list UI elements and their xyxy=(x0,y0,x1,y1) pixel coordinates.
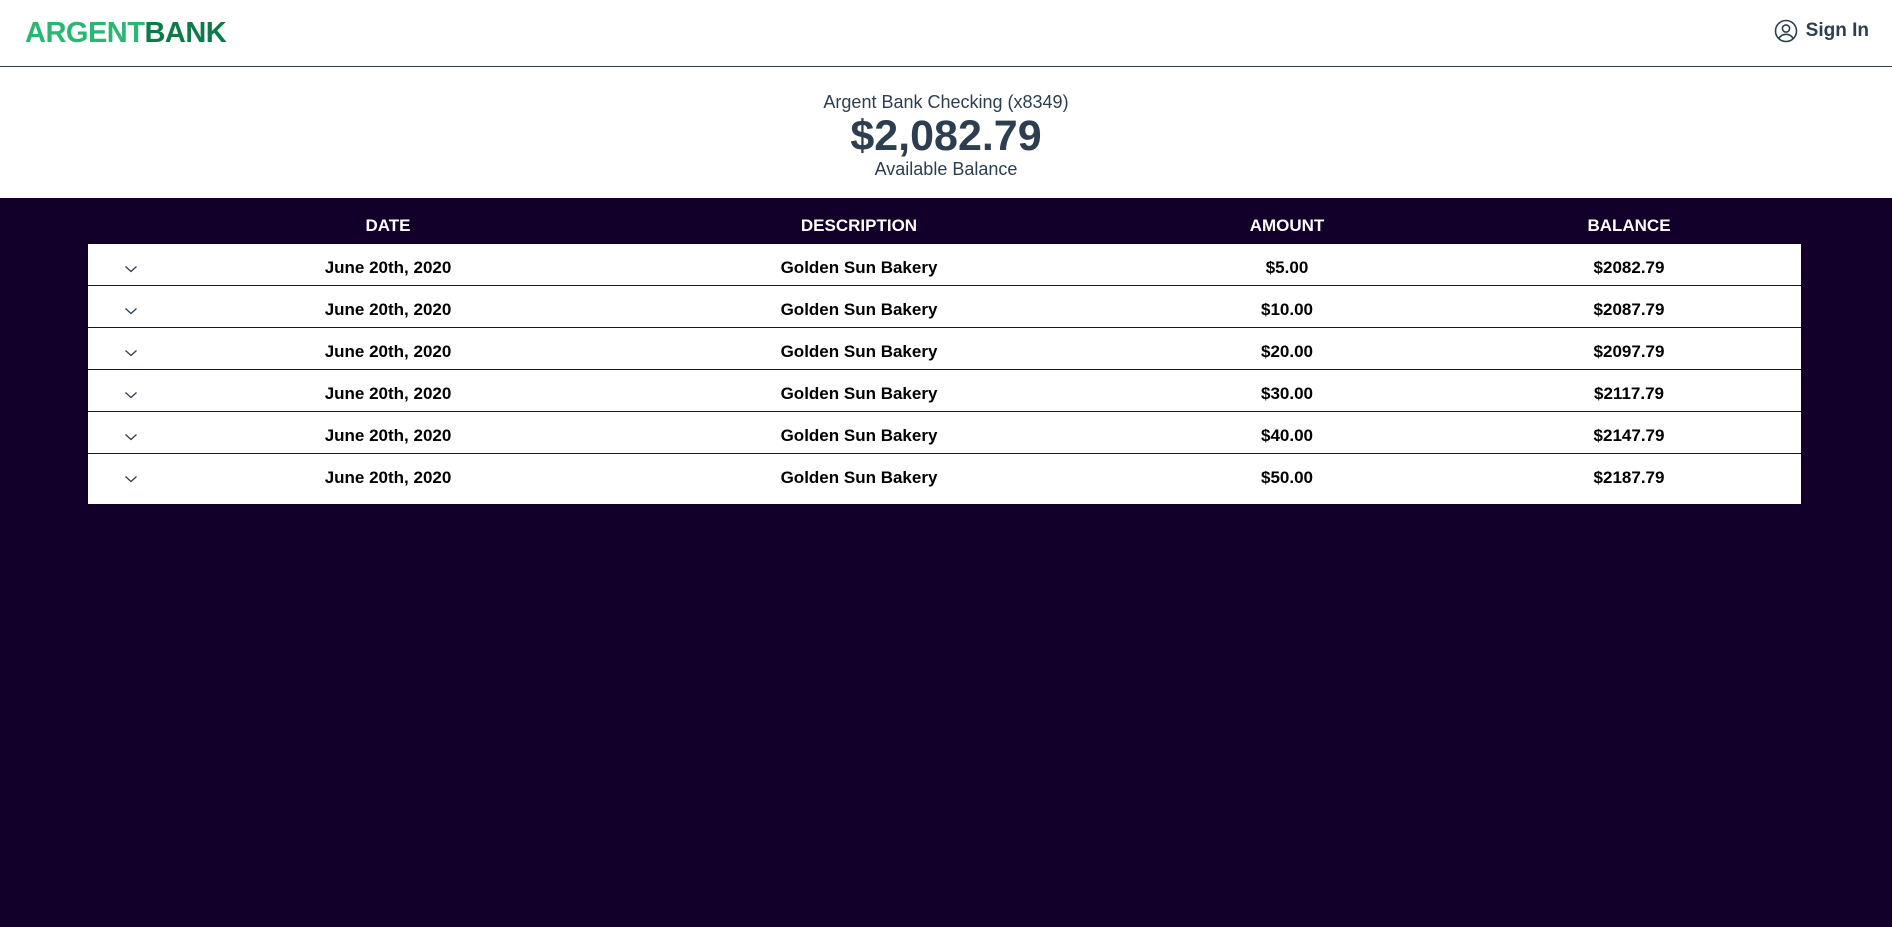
balance-label: Available Balance xyxy=(874,159,1018,179)
transaction-date: June 20th, 2020 xyxy=(324,342,452,361)
chevron-down-icon[interactable] xyxy=(124,301,138,315)
column-header-balance: BALANCE xyxy=(1587,216,1671,235)
transaction-date: June 20th, 2020 xyxy=(324,300,452,319)
transaction-balance: $2082.79 xyxy=(1593,258,1665,277)
transaction-balance: $2087.79 xyxy=(1593,300,1665,319)
column-header-date: DATE xyxy=(365,216,411,235)
transaction-date: June 20th, 2020 xyxy=(324,258,452,277)
transaction-date: June 20th, 2020 xyxy=(324,468,452,487)
transaction-balance: $2097.79 xyxy=(1593,342,1665,361)
transaction-amount: $5.00 xyxy=(1265,258,1309,277)
table-row[interactable]: June 20th, 2020 Golden Sun Bakery $50.00… xyxy=(88,454,1801,504)
table-row[interactable]: June 20th, 2020 Golden Sun Bakery $20.00… xyxy=(88,328,1801,370)
transaction-balance: $2117.79 xyxy=(1594,384,1664,403)
table-row[interactable]: June 20th, 2020 Golden Sun Bakery $30.00… xyxy=(88,370,1801,412)
transaction-date: June 20th, 2020 xyxy=(324,384,452,403)
sign-in-link[interactable]: Sign In xyxy=(1774,19,1869,43)
account-summary: Argent Bank Checking (x8349) $2,082.79 A… xyxy=(0,67,1892,198)
transaction-balance: $2187.79 xyxy=(1593,468,1665,487)
chevron-down-icon[interactable] xyxy=(124,469,138,483)
chevron-down-icon[interactable] xyxy=(124,343,138,357)
transaction-amount: $40.00 xyxy=(1261,426,1313,445)
user-circle-icon xyxy=(1774,19,1798,43)
transaction-description: Golden Sun Bakery xyxy=(780,342,938,361)
transaction-description: Golden Sun Bakery xyxy=(780,426,938,445)
chevron-down-icon[interactable] xyxy=(124,427,138,441)
transaction-description: Golden Sun Bakery xyxy=(780,300,938,319)
transaction-description: Golden Sun Bakery xyxy=(780,258,938,277)
logo-argent: ARGENT xyxy=(25,17,145,49)
argent-bank-logo[interactable]: ARGENTBANK xyxy=(25,16,227,50)
transaction-balance: $2147.79 xyxy=(1593,426,1665,445)
table-row[interactable]: June 20th, 2020 Golden Sun Bakery $10.00… xyxy=(88,286,1801,328)
column-header-amount: AMOUNT xyxy=(1249,216,1325,235)
transaction-amount: $20.00 xyxy=(1261,342,1313,361)
column-header-description: DESCRIPTION xyxy=(800,216,918,235)
chevron-down-icon[interactable] xyxy=(124,259,138,273)
sign-in-label: Sign In xyxy=(1805,20,1869,41)
table-body: June 20th, 2020 Golden Sun Bakery $5.00 … xyxy=(88,244,1801,504)
table-row[interactable]: June 20th, 2020 Golden Sun Bakery $40.00… xyxy=(88,412,1801,454)
account-name: Argent Bank Checking (x8349) xyxy=(823,92,1069,112)
table-row[interactable]: June 20th, 2020 Golden Sun Bakery $5.00 … xyxy=(88,244,1801,286)
chevron-down-icon[interactable] xyxy=(124,385,138,399)
account-balance: $2,082.79 xyxy=(850,112,1042,160)
transaction-date: June 20th, 2020 xyxy=(324,426,452,445)
logo-bank: BANK xyxy=(144,17,227,49)
table-header: DATE DESCRIPTION AMOUNT BALANCE xyxy=(88,198,1801,244)
site-header: ARGENTBANK Sign In xyxy=(0,0,1892,67)
transaction-amount: $30.00 xyxy=(1261,384,1313,403)
transaction-amount: $10.00 xyxy=(1261,300,1313,319)
transactions-table: DATE DESCRIPTION AMOUNT BALANCE June 20t… xyxy=(88,198,1801,504)
transaction-amount: $50.00 xyxy=(1261,468,1313,487)
transaction-description: Golden Sun Bakery xyxy=(780,384,938,403)
transaction-description: Golden Sun Bakery xyxy=(780,468,938,487)
